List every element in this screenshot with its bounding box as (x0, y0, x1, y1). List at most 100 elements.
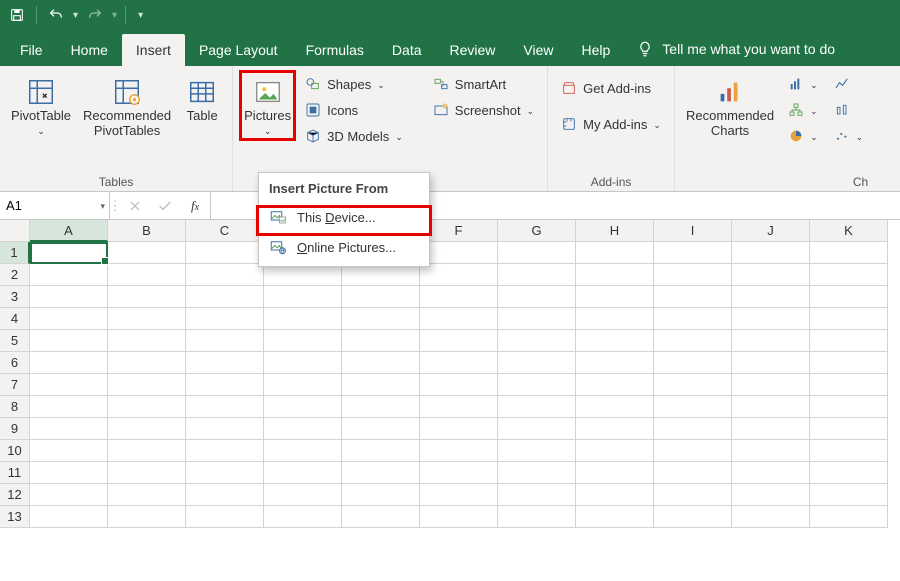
cell[interactable] (264, 286, 342, 308)
cell[interactable] (498, 330, 576, 352)
tab-data[interactable]: Data (378, 34, 436, 66)
column-header[interactable]: K (810, 220, 888, 242)
row-header[interactable]: 8 (0, 396, 30, 418)
cell[interactable] (108, 440, 186, 462)
cell[interactable] (576, 374, 654, 396)
cell[interactable] (498, 242, 576, 264)
cell[interactable] (186, 440, 264, 462)
column-header[interactable]: A (30, 220, 108, 242)
cell[interactable] (186, 462, 264, 484)
cell[interactable] (498, 308, 576, 330)
cell[interactable] (498, 374, 576, 396)
cell[interactable] (732, 264, 810, 286)
cell[interactable] (342, 484, 420, 506)
cell[interactable] (810, 396, 888, 418)
column-header[interactable]: G (498, 220, 576, 242)
cell[interactable] (810, 352, 888, 374)
cell[interactable] (810, 264, 888, 286)
row-header[interactable]: 13 (0, 506, 30, 528)
cell[interactable] (342, 440, 420, 462)
row-header[interactable]: 1 (0, 242, 30, 264)
cell[interactable] (30, 440, 108, 462)
chart-type-map-button[interactable]: ⌄ (781, 98, 825, 122)
my-addins-button[interactable]: My Add-ins ⌄ (554, 112, 668, 136)
cell[interactable] (108, 506, 186, 528)
cell[interactable] (30, 286, 108, 308)
cell[interactable] (108, 418, 186, 440)
chart-type-scatter-button[interactable]: ⌄ (827, 124, 871, 148)
pictures-button[interactable]: Pictures ⌄ (239, 70, 296, 141)
cell[interactable] (108, 352, 186, 374)
3d-models-button[interactable]: 3D Models ⌄ (298, 124, 410, 148)
cell[interactable] (654, 264, 732, 286)
cell[interactable] (30, 484, 108, 506)
cell[interactable] (264, 506, 342, 528)
cell[interactable] (342, 462, 420, 484)
cell[interactable] (264, 308, 342, 330)
cell[interactable] (732, 396, 810, 418)
tell-me-search[interactable]: Tell me what you want to do (624, 32, 847, 66)
cell[interactable] (342, 506, 420, 528)
cell[interactable] (342, 308, 420, 330)
cell[interactable] (654, 484, 732, 506)
chevron-down-icon[interactable]: ▾ (100, 201, 105, 212)
cell[interactable] (654, 440, 732, 462)
cell[interactable] (810, 484, 888, 506)
cell[interactable] (498, 352, 576, 374)
cell[interactable] (186, 242, 264, 264)
cell[interactable] (576, 308, 654, 330)
cell[interactable] (264, 418, 342, 440)
cell[interactable] (732, 374, 810, 396)
cell[interactable] (264, 374, 342, 396)
row-header[interactable]: 12 (0, 484, 30, 506)
cell[interactable] (498, 506, 576, 528)
cell[interactable] (186, 396, 264, 418)
row-header[interactable]: 10 (0, 440, 30, 462)
redo-split-chevron[interactable]: ▾ (112, 10, 117, 21)
column-header[interactable]: B (108, 220, 186, 242)
cell[interactable] (264, 440, 342, 462)
column-header[interactable]: H (576, 220, 654, 242)
cell[interactable] (576, 484, 654, 506)
column-header[interactable]: I (654, 220, 732, 242)
cell[interactable] (576, 462, 654, 484)
cell[interactable] (420, 352, 498, 374)
row-header[interactable]: 5 (0, 330, 30, 352)
worksheet-grid[interactable]: A B C D E F G H I J K 12345678910111213 (0, 220, 900, 528)
tab-home[interactable]: Home (57, 34, 122, 66)
cell[interactable] (186, 264, 264, 286)
cell[interactable] (420, 330, 498, 352)
cell[interactable] (576, 330, 654, 352)
recommended-charts-button[interactable]: Recommended Charts (681, 70, 779, 144)
cell[interactable] (186, 308, 264, 330)
cell[interactable] (420, 462, 498, 484)
cell[interactable] (576, 242, 654, 264)
cell[interactable] (30, 242, 108, 264)
cell[interactable] (30, 374, 108, 396)
icons-button[interactable]: Icons (298, 98, 410, 122)
tab-formulas[interactable]: Formulas (292, 34, 378, 66)
cell[interactable] (810, 440, 888, 462)
cell[interactable] (732, 286, 810, 308)
cell[interactable] (810, 506, 888, 528)
cell[interactable] (732, 242, 810, 264)
cell[interactable] (264, 330, 342, 352)
cell[interactable] (810, 286, 888, 308)
tab-insert[interactable]: Insert (122, 34, 185, 66)
cell[interactable] (186, 352, 264, 374)
cell[interactable] (420, 286, 498, 308)
undo-split-chevron[interactable]: ▾ (73, 10, 78, 21)
row-header[interactable]: 7 (0, 374, 30, 396)
recommended-pivottables-button[interactable]: Recommended PivotTables (78, 70, 176, 144)
cell[interactable] (654, 286, 732, 308)
cell[interactable] (732, 462, 810, 484)
select-all-corner[interactable] (0, 220, 30, 242)
name-box[interactable]: ▾ (0, 192, 110, 219)
cell[interactable] (576, 286, 654, 308)
cell[interactable] (108, 286, 186, 308)
cell[interactable] (576, 396, 654, 418)
tab-file[interactable]: File (6, 34, 57, 66)
cell[interactable] (264, 396, 342, 418)
cell[interactable] (498, 484, 576, 506)
cell[interactable] (342, 396, 420, 418)
